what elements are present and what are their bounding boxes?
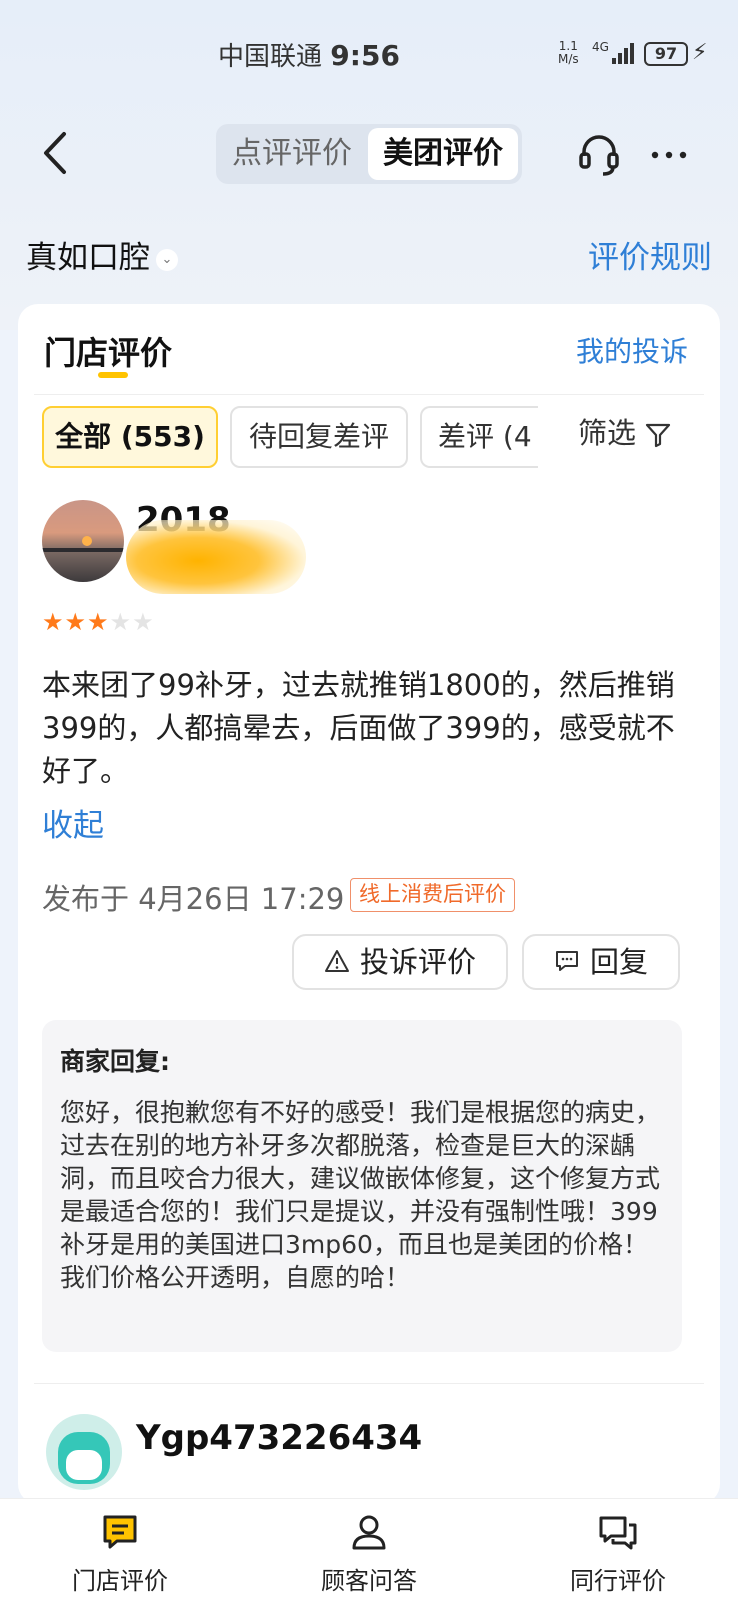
chat-bubbles-icon (599, 1516, 637, 1550)
reviews-card: 门店评价 我的投诉 全部 (553) 待回复差评 差评 (4 筛选 2018 ★… (18, 304, 720, 1504)
comment-icon (555, 951, 578, 971)
nav-store-reviews[interactable]: 门店评价 (40, 1509, 200, 1596)
star-rating: ★★★★★ (42, 608, 155, 636)
divider (34, 394, 704, 395)
bottom-nav: 门店评价 顾客问答 同行评价 (0, 1498, 738, 1600)
nav-label: 同行评价 (570, 1567, 666, 1595)
network-type: 4G (592, 40, 609, 54)
review-rules-link[interactable]: 评价规则 (588, 232, 712, 277)
status-bar: 中国联通 9:56 1.1 M/s 4G 97 ⚡ (0, 36, 738, 76)
nav-label: 门店评价 (72, 1567, 168, 1595)
carrier-time: 中国联通 9:56 (218, 36, 400, 73)
more-dots-icon (651, 151, 687, 159)
shop-name: 真如口腔 (26, 240, 150, 276)
headset-icon (579, 135, 619, 176)
chip-all[interactable]: 全部 (553) (42, 406, 218, 468)
clock: 9:56 (330, 39, 400, 72)
merchant-reply-title: 商家回复: (60, 1047, 170, 1076)
signal-icon (612, 42, 638, 64)
star-empty-icon: ★ (132, 608, 155, 636)
carrier-name: 中国联通 (218, 42, 323, 72)
merchant-reply-text: 您好，很抱歉您有不好的感受！我们是根据您的病史，过去在别的地方补牙多次都脱落，检… (60, 1098, 661, 1292)
avatar[interactable] (42, 500, 124, 582)
redaction-blur (126, 520, 306, 594)
charging-icon: ⚡ (692, 40, 708, 65)
chevron-down-icon: ⌄ (156, 248, 178, 271)
battery-icon: 97 (644, 42, 688, 66)
nav-label: 顾客问答 (321, 1567, 417, 1595)
back-button[interactable] (36, 128, 80, 178)
reply-button[interactable]: 回复 (522, 934, 680, 990)
chevron-left-icon (44, 132, 66, 174)
nav-peer-reviews[interactable]: 同行评价 (538, 1509, 698, 1596)
review-source-switch: 点评评价 美团评价 (216, 124, 522, 184)
message-icon (103, 1515, 137, 1549)
star-filled-icon: ★ (87, 608, 110, 636)
star-filled-icon: ★ (42, 608, 65, 636)
warning-icon (324, 950, 349, 972)
network-speed: 1.1 M/s (558, 39, 579, 66)
my-complaints-link[interactable]: 我的投诉 (576, 330, 688, 370)
avatar[interactable] (46, 1414, 122, 1490)
tab-meituan-reviews[interactable]: 美团评价 (368, 128, 518, 180)
nav-customer-qa[interactable]: 顾客问答 (289, 1509, 449, 1596)
chip-bad-reviews[interactable]: 差评 (4 (420, 406, 538, 468)
complain-review-button[interactable]: 投诉评价 (292, 934, 508, 990)
divider (34, 1383, 704, 1384)
customer-service-button[interactable] (576, 132, 622, 178)
funnel-icon (646, 423, 671, 448)
review-text: 本来团了99补牙，过去就推销1800的，然后推销399的，人都搞晕去，后面做了3… (42, 668, 675, 788)
person-icon (352, 1515, 386, 1550)
review-type-badge: 线上消费后评价 (350, 878, 515, 912)
reviewer-name[interactable]: Ygp473226434 (136, 1418, 422, 1458)
star-empty-icon: ★ (109, 608, 133, 636)
title-underline (98, 372, 128, 378)
star-filled-icon: ★ (64, 608, 88, 636)
shop-selector[interactable]: 真如口腔 ⌄ (26, 232, 178, 277)
tab-dianping-reviews[interactable]: 点评评价 (220, 128, 364, 180)
filter-label: 筛选 (578, 416, 637, 450)
filter-button[interactable]: 筛选 (578, 410, 671, 452)
merchant-reply: 商家回复: 您好，很抱歉您有不好的感受！我们是根据您的病史，过去在别的地方补牙多… (42, 1020, 682, 1352)
collapse-link[interactable]: 收起 (42, 800, 104, 845)
card-title: 门店评价 (44, 334, 173, 372)
publish-time: 发布于 4月26日 17:29 (42, 882, 345, 916)
more-button[interactable] (646, 132, 692, 178)
chip-pending-bad-reviews[interactable]: 待回复差评 (230, 406, 408, 468)
